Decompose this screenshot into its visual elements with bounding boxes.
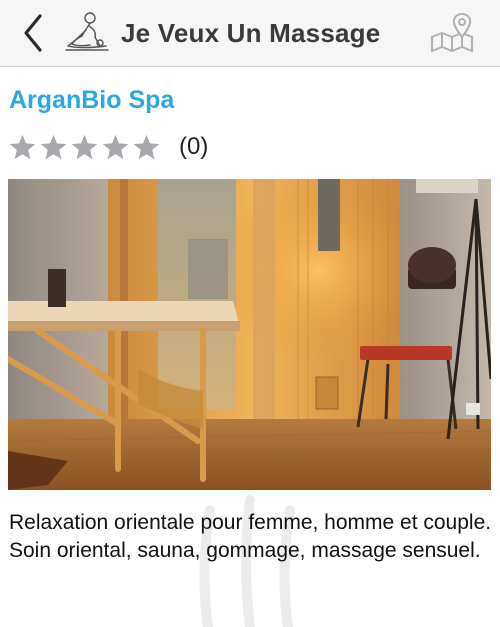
star-icon xyxy=(40,134,67,159)
star-icon xyxy=(102,134,129,159)
navigation-bar: Je Veux Un Massage xyxy=(0,0,500,67)
page-title: Je Veux Un Massage xyxy=(121,18,381,48)
star-icon xyxy=(9,134,36,159)
review-count: (0) xyxy=(179,133,209,160)
star-icon xyxy=(133,134,160,159)
description-line-1: Relaxation orientale pour femme, homme e… xyxy=(9,511,492,534)
spa-room-photo[interactable] xyxy=(8,179,491,490)
star-rating xyxy=(8,133,161,162)
spa-description: Relaxation orientale pour femme, homme e… xyxy=(9,509,494,565)
spa-name: ArganBio Spa xyxy=(9,86,175,114)
rating-row: (0) xyxy=(8,131,208,163)
star-icon xyxy=(71,134,98,159)
back-button[interactable] xyxy=(18,12,48,54)
massage-logo-icon xyxy=(65,12,109,51)
map-pin-icon[interactable] xyxy=(428,11,476,55)
description-line-2: Soin oriental, sauna, gommage, massage s… xyxy=(9,539,481,562)
